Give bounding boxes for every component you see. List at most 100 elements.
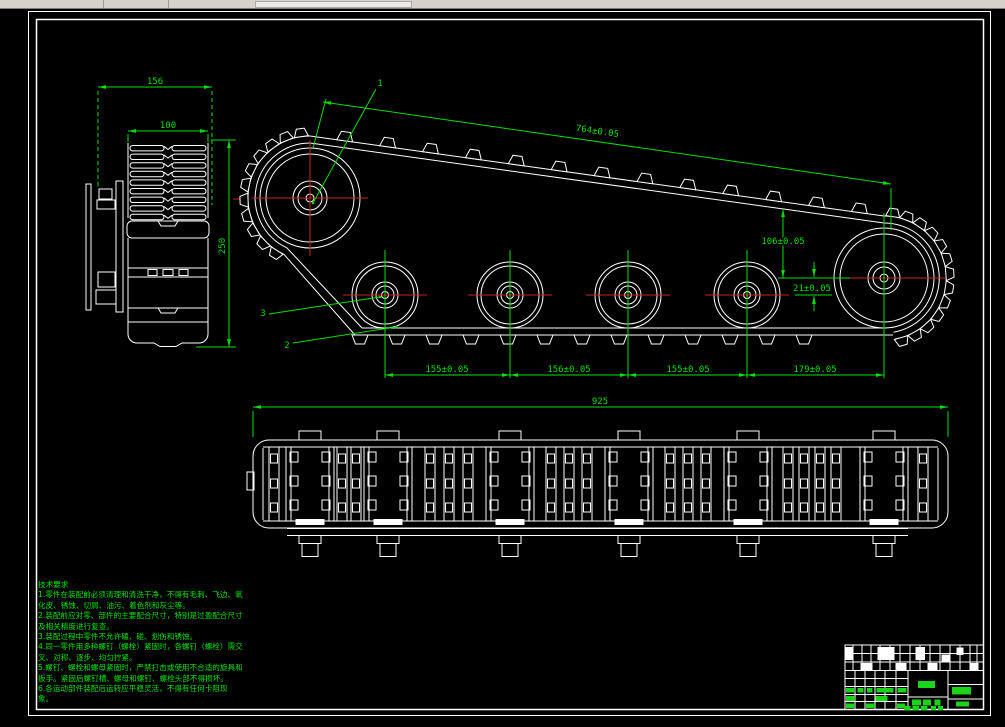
link-pin: [270, 453, 278, 464]
dim-spacing-1: 155±0.05: [425, 365, 468, 375]
dim-front-tread-width: 100: [160, 121, 176, 131]
rect: [162, 269, 174, 276]
title-text-blob: [867, 688, 873, 693]
title-text-blob: [921, 706, 928, 711]
dim-arrow: [98, 85, 106, 89]
link-pin: [464, 502, 472, 513]
link-pin: [352, 453, 360, 464]
title-text-blob: [875, 696, 888, 701]
title-text-blob: [876, 688, 894, 693]
tread-rib: [171, 145, 207, 152]
track-grouser: [507, 154, 525, 167]
track-grouser: [536, 334, 554, 345]
dim-arrow: [385, 373, 393, 377]
link-band: [127, 307, 209, 323]
link-pin: [583, 453, 591, 464]
window-toolbar-edge: [0, 0, 1005, 9]
track-grouser: [933, 238, 948, 254]
dim-arrow: [781, 270, 785, 278]
tread-rib: [171, 153, 207, 161]
dim-center-offset: 21±0.05: [793, 284, 831, 294]
track-grouser: [246, 222, 261, 238]
shoe-sole: [614, 519, 644, 525]
link-pin: [816, 453, 824, 464]
dim-belt-span: 764±0.05: [575, 124, 619, 140]
title-text-blob: [846, 703, 854, 708]
link-pin: [352, 478, 360, 489]
link-pin: [426, 478, 434, 489]
link-pin: [702, 453, 710, 464]
bolt-shank: [875, 543, 893, 557]
track-grouser: [893, 334, 909, 347]
title-text-blob: [912, 699, 921, 706]
path: [157, 307, 179, 314]
link-pin: [270, 478, 278, 489]
technical-notes: 技术要求 1.零件在装配前必须清理和清洗干净，不得有毛刺、飞边、氧 化皮、锈蚀、…: [38, 580, 268, 705]
dim-arrow: [510, 373, 518, 377]
bolt-shank: [620, 543, 638, 557]
dim-arrow: [502, 373, 510, 377]
track-grouser: [679, 178, 697, 191]
note-line: 1.零件在装配前必须清理和清洗干净，不得有毛刺、飞边、氧: [38, 590, 243, 600]
dim-arrow: [747, 373, 755, 377]
title-cell-filled: [895, 663, 907, 671]
track-grouser: [293, 127, 310, 139]
track-grouser: [244, 163, 259, 178]
link-pin: [919, 502, 927, 513]
note-line: 2.装配前应对零、部件的主要配合尺寸，特别是过盈配合尺寸: [38, 611, 243, 621]
link-pin: [426, 502, 434, 513]
notes-title: 技术要求: [38, 580, 69, 589]
track-grouser: [253, 149, 268, 165]
link-pin: [816, 478, 824, 489]
tread-rib: [163, 197, 173, 202]
leader: [312, 88, 377, 204]
tread-rib: [171, 213, 207, 221]
title-text-blob: [866, 703, 875, 708]
dim-arrow: [620, 373, 628, 377]
tread-rib: [129, 179, 165, 186]
bolt: [98, 188, 113, 200]
dim-spacing-4: 179±0.05: [793, 365, 836, 375]
tread-rib: [129, 162, 165, 169]
track-grouser: [240, 177, 252, 193]
link-pin: [338, 478, 346, 489]
link-pin: [684, 502, 692, 513]
tread-rib: [129, 170, 165, 178]
note-line: 及相关精度进行复查。: [38, 621, 114, 631]
link-pin: [919, 453, 927, 464]
bolt-flange: [736, 535, 760, 544]
link-pin: [816, 502, 824, 513]
bolt-flange: [498, 535, 522, 544]
title-text-blob: [931, 706, 936, 711]
note-line: 化皮、锈蚀、切屑、油污、着色剂和灰尘等。: [38, 600, 190, 610]
track-grouser: [550, 160, 568, 173]
tread-rib: [163, 163, 173, 168]
tread-rib: [171, 196, 207, 204]
track-grouser: [351, 334, 369, 345]
track-grouser: [919, 318, 935, 334]
side-view: [239, 127, 955, 347]
track-grouser: [929, 306, 945, 322]
link-pin: [832, 502, 840, 513]
link-pin: [800, 502, 808, 513]
note-line: 5.螺钉、螺栓和螺母紧固时，严禁打击或使用不合适的旋具和: [38, 663, 243, 673]
track-grouser: [647, 334, 665, 345]
link-pin: [445, 478, 453, 489]
track-grouser: [425, 334, 443, 345]
dim-spacing-3: 155±0.05: [666, 365, 709, 375]
link-pin: [702, 478, 710, 489]
title-cell-filled: [941, 654, 951, 662]
dim-spacing-2: 156±0.05: [547, 365, 590, 375]
title-text-blob: [912, 706, 919, 711]
rect: [178, 269, 189, 276]
track-grouser: [884, 207, 901, 219]
bolt-flange: [872, 535, 896, 544]
dim-front-overall-width: 156: [147, 77, 163, 87]
link-pin: [684, 453, 692, 464]
callout-2: 2: [284, 341, 289, 351]
track-grouser: [610, 334, 628, 345]
dim-arrow: [128, 129, 136, 133]
dim-height-drop: 106±0.05: [761, 237, 804, 247]
title-text-blob: [846, 688, 854, 693]
title-text-blob: [846, 696, 855, 701]
